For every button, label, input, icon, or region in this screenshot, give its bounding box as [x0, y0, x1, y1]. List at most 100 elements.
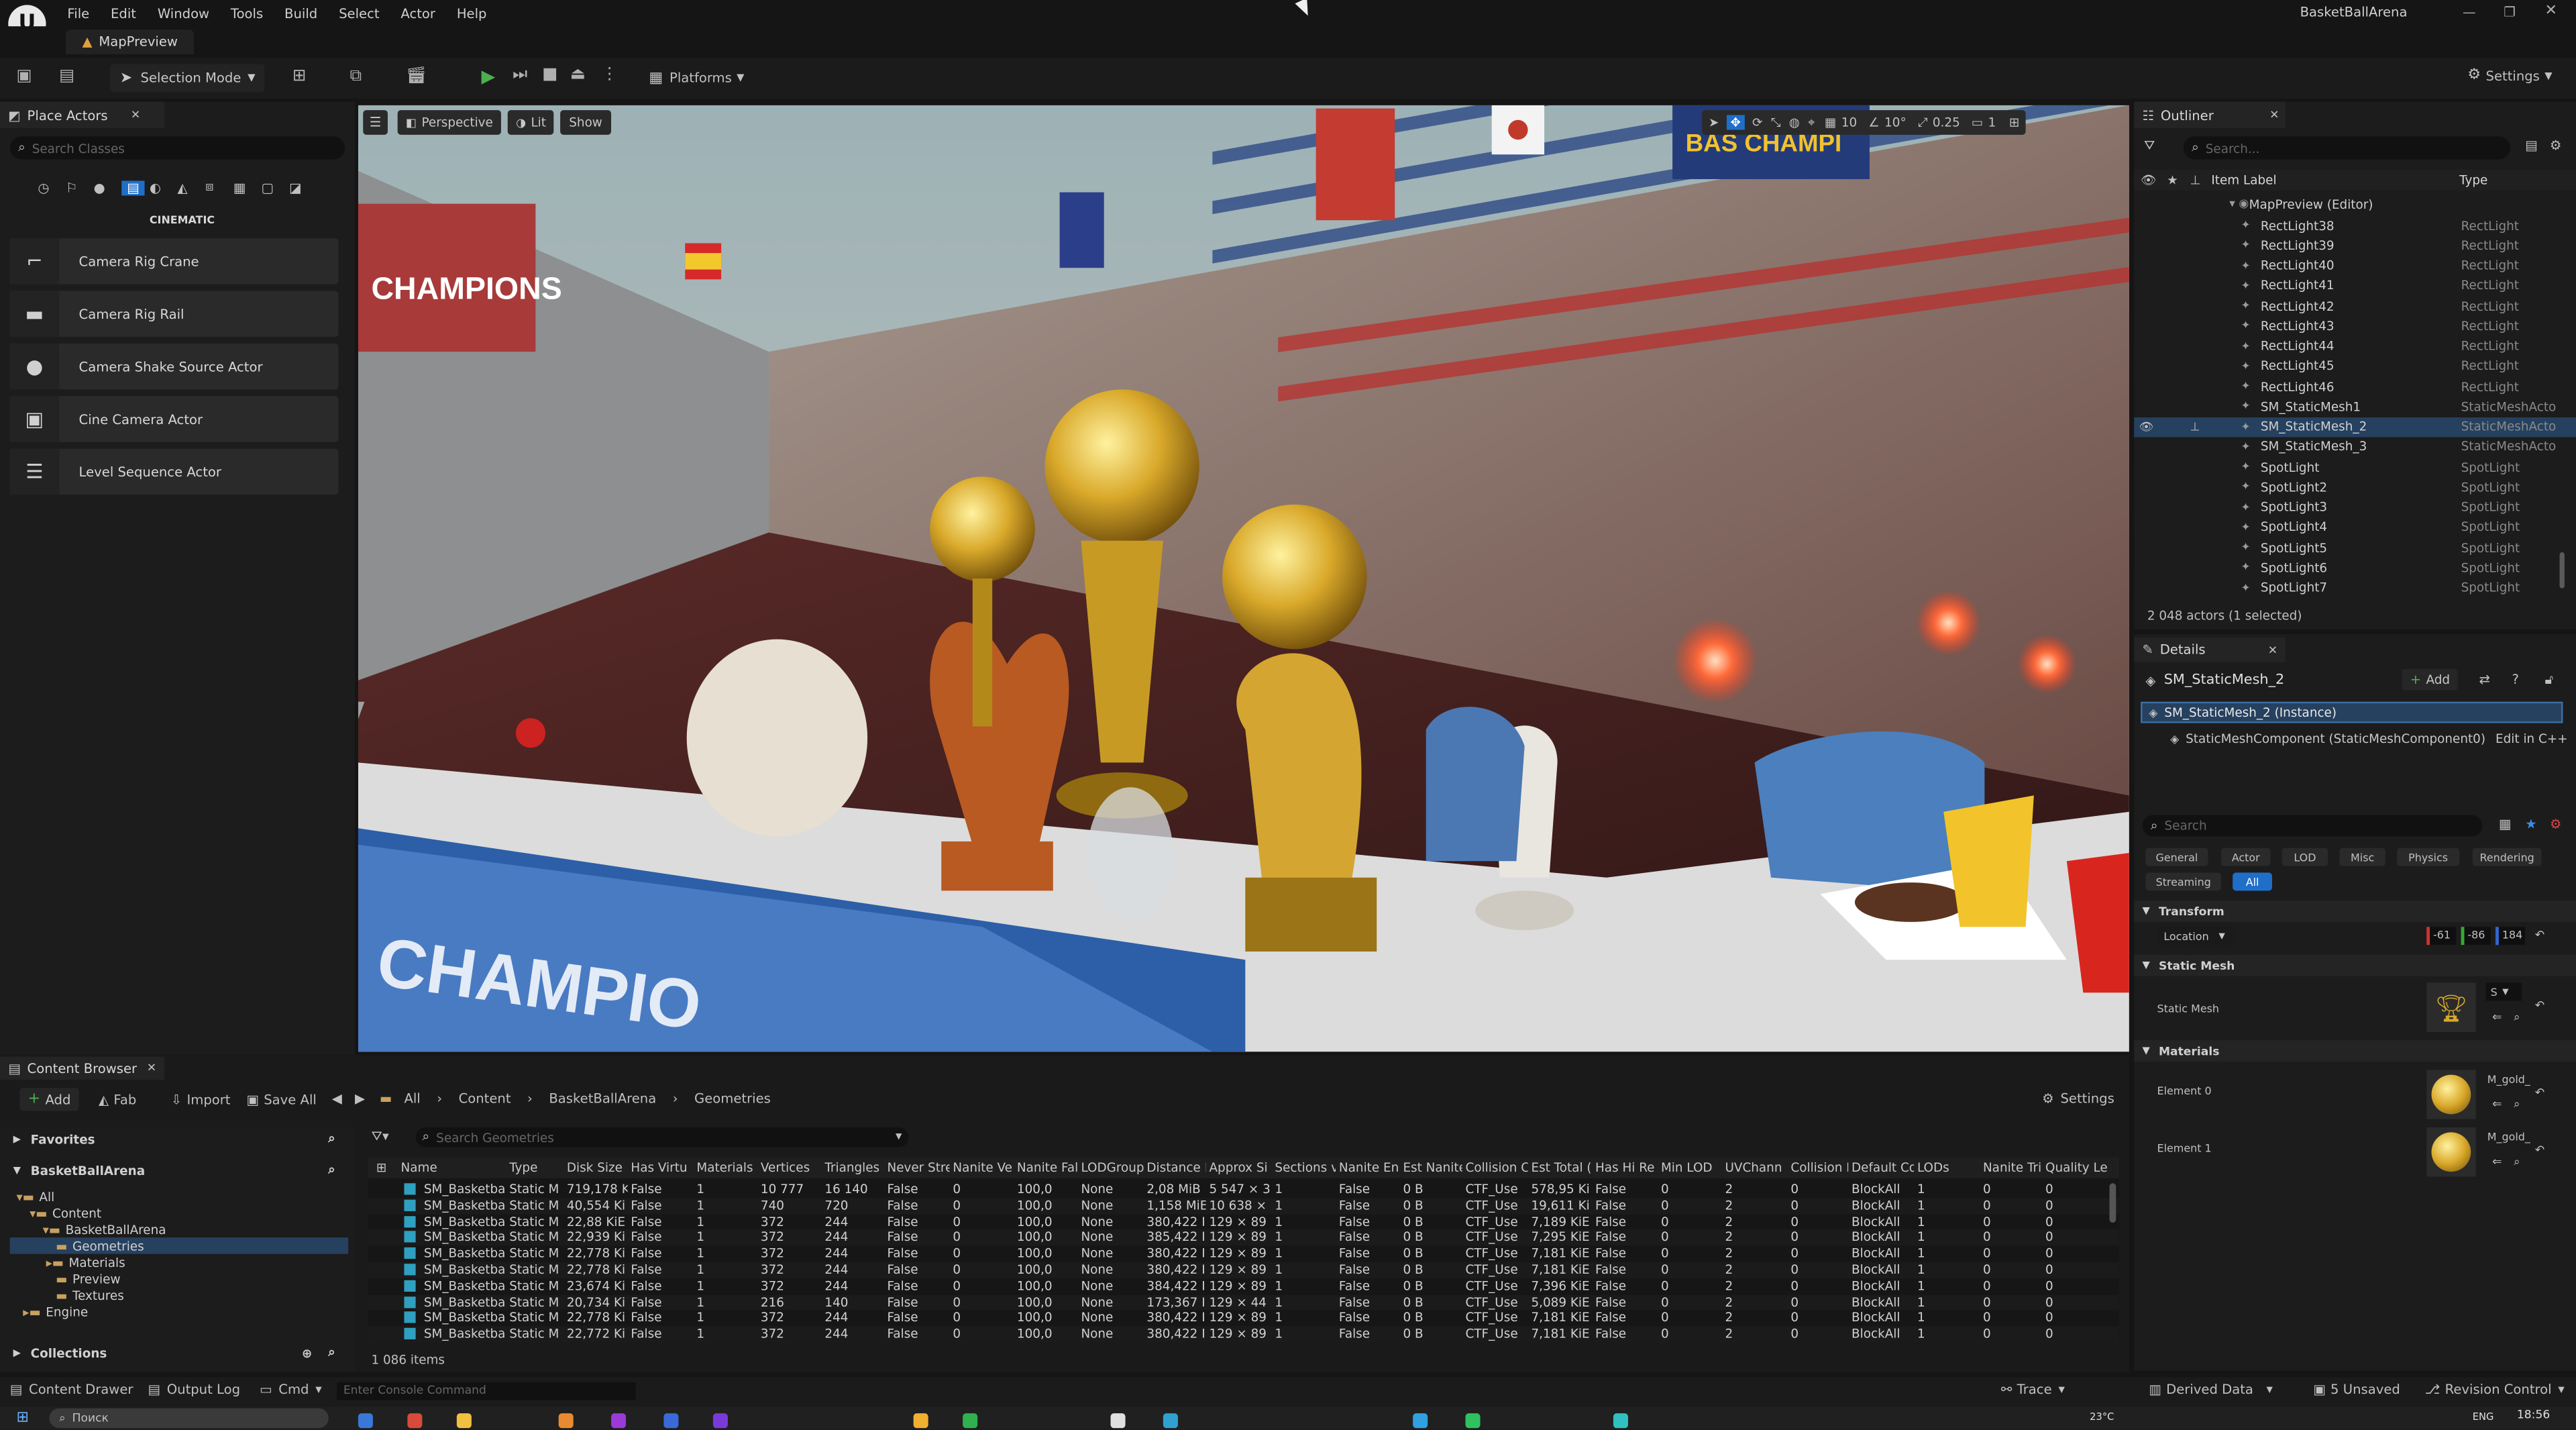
column-header[interactable]: Collision F: [1790, 1160, 1848, 1175]
actor-item[interactable]: ▣ Cine Camera Actor: [9, 396, 339, 442]
maximize-icon[interactable]: ❐: [2504, 5, 2516, 19]
add-collection-icon[interactable]: ⊕: [302, 1345, 312, 1360]
scale-icon[interactable]: ⤡: [1771, 114, 1781, 130]
column-header[interactable]: Has Virtu: [631, 1160, 693, 1175]
content-browser-tab[interactable]: ▤ Content Browser ✕: [0, 1056, 164, 1080]
menu-edit[interactable]: Edit: [111, 6, 136, 21]
material0-name[interactable]: M_gold_: [2487, 1073, 2530, 1086]
location-x-field[interactable]: -61: [2426, 927, 2457, 946]
tree-item-content[interactable]: ▾▬ Content: [30, 1205, 101, 1221]
lock-icon[interactable]: 🔓︎: [2545, 672, 2554, 688]
taskbar-search[interactable]: ⌕ Поиск: [49, 1408, 329, 1429]
step-icon[interactable]: ⏭: [513, 66, 527, 84]
minimize-icon[interactable]: —: [2463, 5, 2476, 19]
browse-asset-icon[interactable]: ⌕: [2514, 1098, 2520, 1113]
outliner-row[interactable]: 👁︎ ⊥ ✦ SM_StaticMesh_2 StaticMeshActo: [2134, 416, 2576, 437]
filter-icon[interactable]: ⛛▾: [371, 1129, 388, 1145]
add-component-button[interactable]: + Add: [2402, 668, 2459, 691]
volumes-icon[interactable]: ⧈: [205, 179, 233, 195]
recent-icon[interactable]: ◷: [38, 180, 66, 195]
shapes-icon[interactable]: ▢: [261, 180, 289, 195]
outliner-row[interactable]: ✦ RectLight39 RectLight: [2134, 236, 2576, 256]
eject-icon[interactable]: ⏏: [570, 66, 586, 84]
taskbar-app-icon[interactable]: [456, 1413, 472, 1429]
table-row[interactable]: SM_Basketba Static M 22,778 Ki False 1 372 244…: [368, 1311, 2120, 1327]
filter-tab-all[interactable]: All: [2233, 872, 2272, 891]
tree-item-materials[interactable]: ▸▬ Materials: [46, 1254, 125, 1270]
menu-window[interactable]: Window: [158, 6, 209, 21]
table-row[interactable]: SM_Basketba Static M 719,178 Ki False 1 10 77…: [368, 1182, 2120, 1198]
windows-start-icon[interactable]: ⊞: [16, 1410, 28, 1426]
breadcrumb-project[interactable]: BasketBallArena: [549, 1091, 656, 1106]
column-header[interactable]: UVChann: [1725, 1160, 1787, 1175]
fab-button[interactable]: ◭ Fab: [99, 1090, 136, 1109]
menu-select[interactable]: Select: [339, 6, 379, 21]
table-scroll-thumb[interactable]: [2109, 1183, 2116, 1223]
cmd-dropdown[interactable]: ▭ Cmd ▼: [260, 1382, 322, 1397]
taskbar-app-icon[interactable]: [558, 1413, 574, 1429]
camera-speed-icon[interactable]: ▭: [1972, 115, 1983, 130]
add-actor-icon[interactable]: ⊞: [292, 67, 307, 85]
column-header[interactable]: Nanite Ve: [953, 1160, 1014, 1175]
column-header[interactable]: Nanite En: [1339, 1160, 1400, 1175]
table-row[interactable]: SM_Basketba Static M 22,778 Ki False 1 372 244…: [368, 1246, 2120, 1262]
taskbar-app-icon[interactable]: [1613, 1413, 1628, 1429]
outliner-row[interactable]: ✦ SpotLight5 SpotLight: [2134, 538, 2576, 558]
column-header[interactable]: Triangles: [824, 1160, 883, 1175]
console-command-input[interactable]: Enter Console Command: [337, 1382, 636, 1400]
add-asset-button[interactable]: + Add: [19, 1088, 79, 1111]
column-header[interactable]: Type: [509, 1160, 564, 1175]
filter-tab-physics[interactable]: Physics: [2397, 848, 2460, 866]
basic-icon[interactable]: ⚐: [66, 180, 94, 195]
column-header[interactable]: Est Total (: [1531, 1160, 1592, 1175]
revision-control-dropdown[interactable]: ⎇ Revision Control ▼: [2425, 1382, 2565, 1397]
use-selected-icon[interactable]: ⇐: [2492, 1098, 2502, 1111]
actor-name-field[interactable]: SM_StaticMesh_2: [2164, 672, 2285, 688]
taskbar-app-icon[interactable]: [963, 1413, 978, 1429]
lights-icon[interactable]: ●: [94, 180, 122, 195]
actor-item[interactable]: ▬ Camera Rig Rail: [9, 291, 339, 338]
column-header[interactable]: Name: [401, 1160, 506, 1175]
outliner-search-input[interactable]: ⌕ Search...: [2183, 136, 2511, 160]
search-classes-input[interactable]: ⌕ Search Classes: [9, 136, 345, 160]
favorites-header[interactable]: ▶ Favorites ⌕: [13, 1131, 342, 1147]
column-header[interactable]: Quality Le: [2045, 1160, 2118, 1175]
visual-effects-icon[interactable]: ◐: [150, 180, 178, 195]
browse-icon[interactable]: ▤: [59, 67, 74, 85]
other-icon[interactable]: ◪: [289, 180, 317, 195]
content-drawer-button[interactable]: ▤ Content Drawer: [10, 1382, 133, 1397]
trace-dropdown[interactable]: ⚯ Trace ▼: [2001, 1382, 2065, 1397]
visibility-icon[interactable]: 👁︎: [2139, 420, 2154, 433]
stop-icon[interactable]: ■: [542, 66, 557, 84]
table-row[interactable]: SM_Basketba Static M 22,88 KiE False 1 372 244…: [368, 1214, 2120, 1230]
geometry-icon[interactable]: ◭: [177, 180, 205, 195]
favorites-star-icon[interactable]: ★: [2525, 817, 2537, 831]
actor-item[interactable]: ● Camera Shake Source Actor: [9, 343, 339, 390]
surface-snap-icon[interactable]: ⌖: [1808, 114, 1815, 130]
column-picker-icon[interactable]: ⊞: [376, 1160, 386, 1175]
taskbar-app-icon[interactable]: [913, 1413, 928, 1429]
outliner-row[interactable]: ✦ SpotLight4 SpotLight: [2134, 517, 2576, 538]
taskbar-app-icon[interactable]: [1465, 1413, 1481, 1429]
filter-tab-general[interactable]: General: [2145, 848, 2208, 866]
pin-icon[interactable]: ⊥: [2190, 420, 2200, 433]
output-log-button[interactable]: ▤ Output Log: [148, 1382, 240, 1397]
more-options-icon[interactable]: ⋮: [601, 66, 617, 84]
breadcrumb-content[interactable]: Content: [459, 1091, 511, 1106]
search-icon[interactable]: ⌕: [328, 1344, 335, 1360]
use-selected-icon[interactable]: ⇐: [2492, 1011, 2502, 1024]
location-z-field[interactable]: 184: [2496, 927, 2526, 946]
outliner-row[interactable]: ✦ RectLight46 RectLight: [2134, 376, 2576, 397]
column-header[interactable]: Distance I: [1146, 1160, 1205, 1175]
table-row[interactable]: SM_Basketba Static M 20,734 Ki False 1 216 140…: [368, 1294, 2120, 1311]
rotation-snap-value[interactable]: 10°: [1884, 115, 1907, 130]
table-row[interactable]: SM_Basketba Static M 23,674 Ki False 1 372 244…: [368, 1278, 2120, 1294]
translate-icon[interactable]: ✥: [1727, 115, 1744, 130]
column-header[interactable]: Nanite Fal: [1017, 1160, 1078, 1175]
outliner-settings-icon[interactable]: ⚙: [2550, 138, 2562, 153]
weather[interactable]: 23°C: [2090, 1412, 2114, 1423]
play-icon[interactable]: ▶: [482, 66, 496, 87]
close-icon[interactable]: ✕: [2269, 109, 2279, 122]
column-header[interactable]: Collision C: [1466, 1160, 1528, 1175]
outliner-row[interactable]: ✦ SM_StaticMesh1 StaticMeshActo: [2134, 397, 2576, 417]
